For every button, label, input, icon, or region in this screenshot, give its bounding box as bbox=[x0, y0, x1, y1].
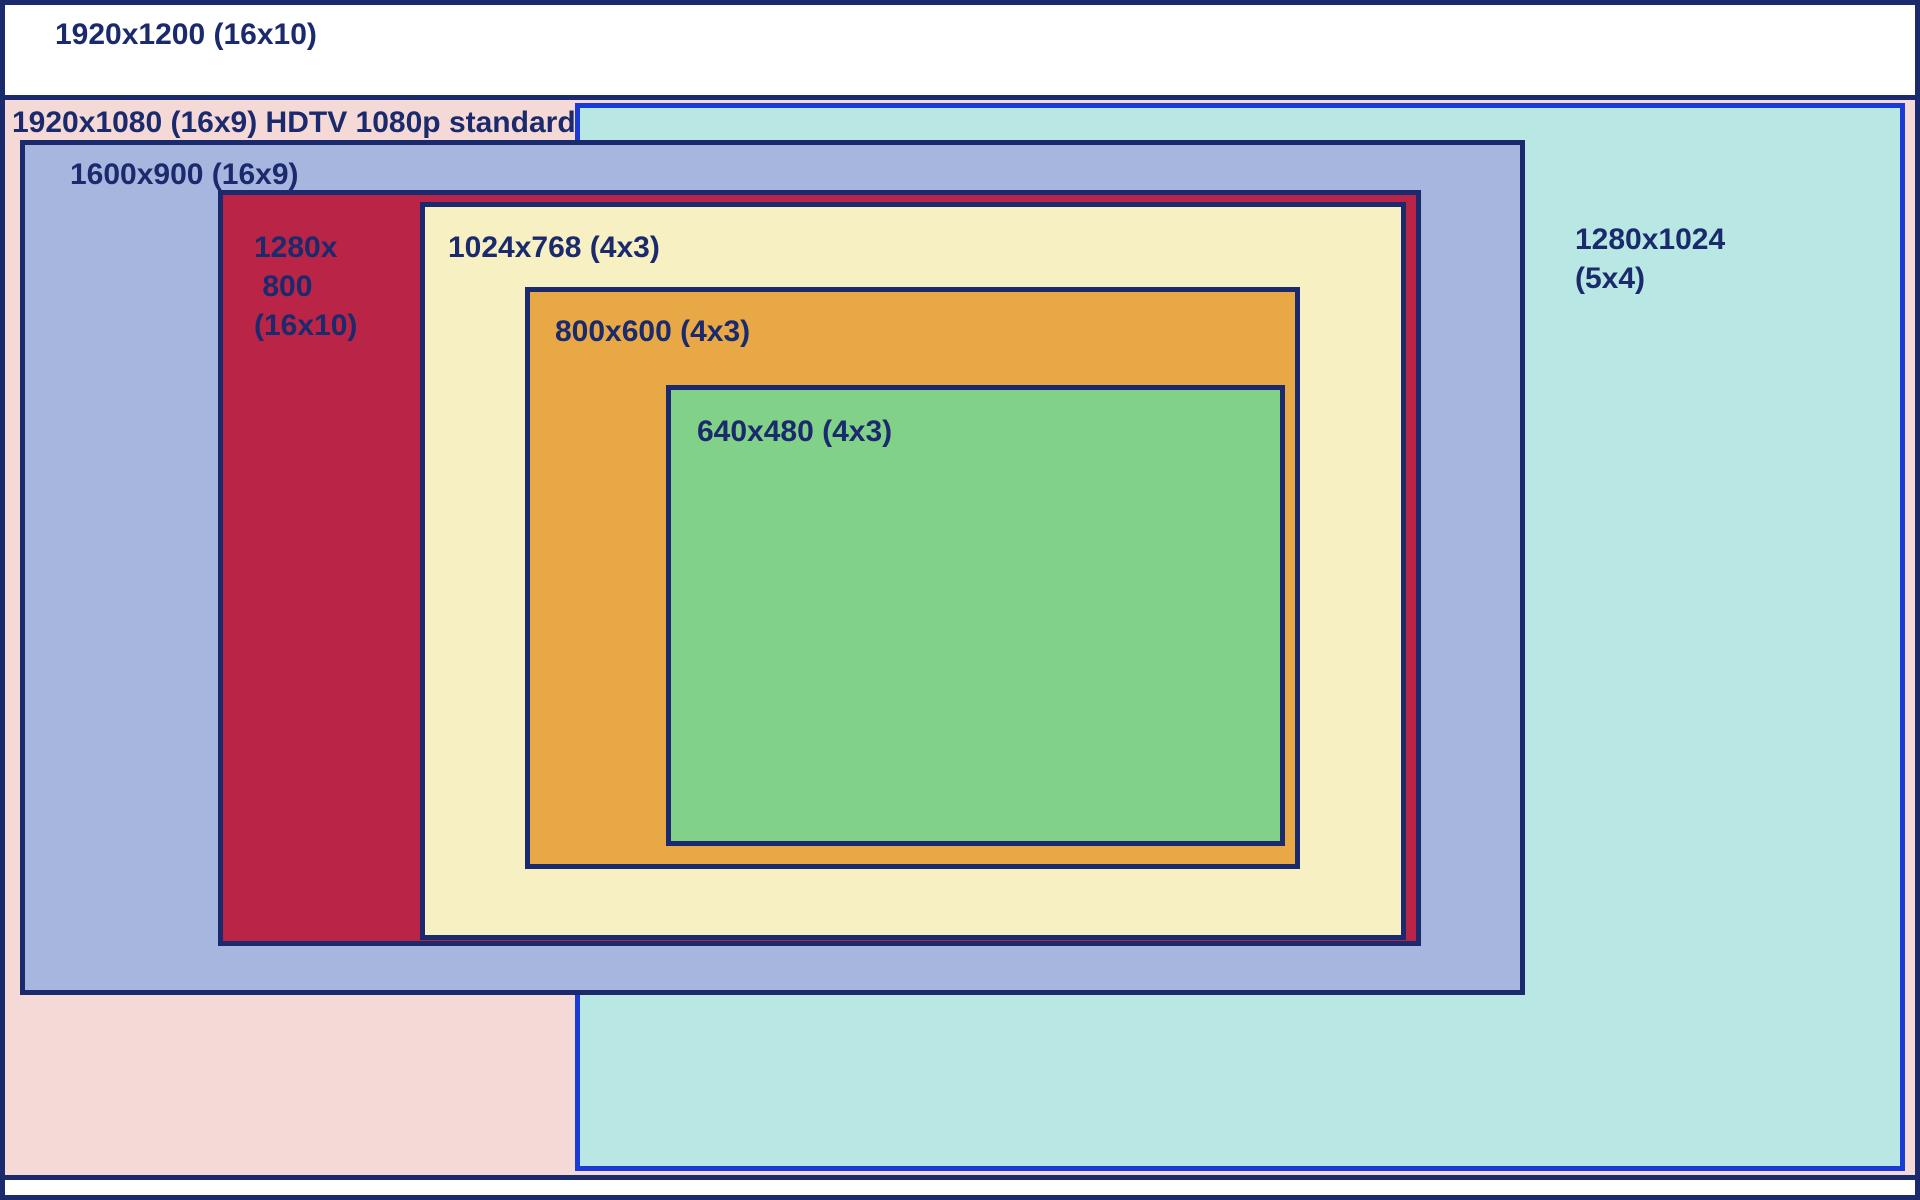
resolution-label-line: 800 bbox=[262, 270, 312, 303]
resolution-label-line: (5x4) bbox=[1575, 262, 1645, 295]
resolution-label-1920x1080: 1920x1080 (16x9) HDTV 1080p standard bbox=[12, 103, 576, 142]
resolution-label-800x600: 800x600 (4x3) bbox=[555, 312, 750, 351]
resolution-label-1024x768: 1024x768 (4x3) bbox=[448, 228, 660, 267]
resolution-label-1920x1200: 1920x1200 (16x10) bbox=[55, 15, 317, 54]
resolution-label-line: (16x10) bbox=[254, 309, 357, 342]
resolution-label-line: 1280x1024 bbox=[1575, 223, 1725, 256]
resolution-box-640x480 bbox=[666, 385, 1285, 846]
resolution-label-640x480: 640x480 (4x3) bbox=[697, 412, 892, 451]
resolution-label-1280x1024: 1280x1024 (5x4) bbox=[1575, 220, 1725, 298]
resolution-label-line: 1280x bbox=[254, 231, 337, 264]
resolution-label-1600x900: 1600x900 (16x9) bbox=[70, 155, 299, 194]
resolution-label-1280x800: 1280x 800 (16x10) bbox=[254, 228, 357, 345]
